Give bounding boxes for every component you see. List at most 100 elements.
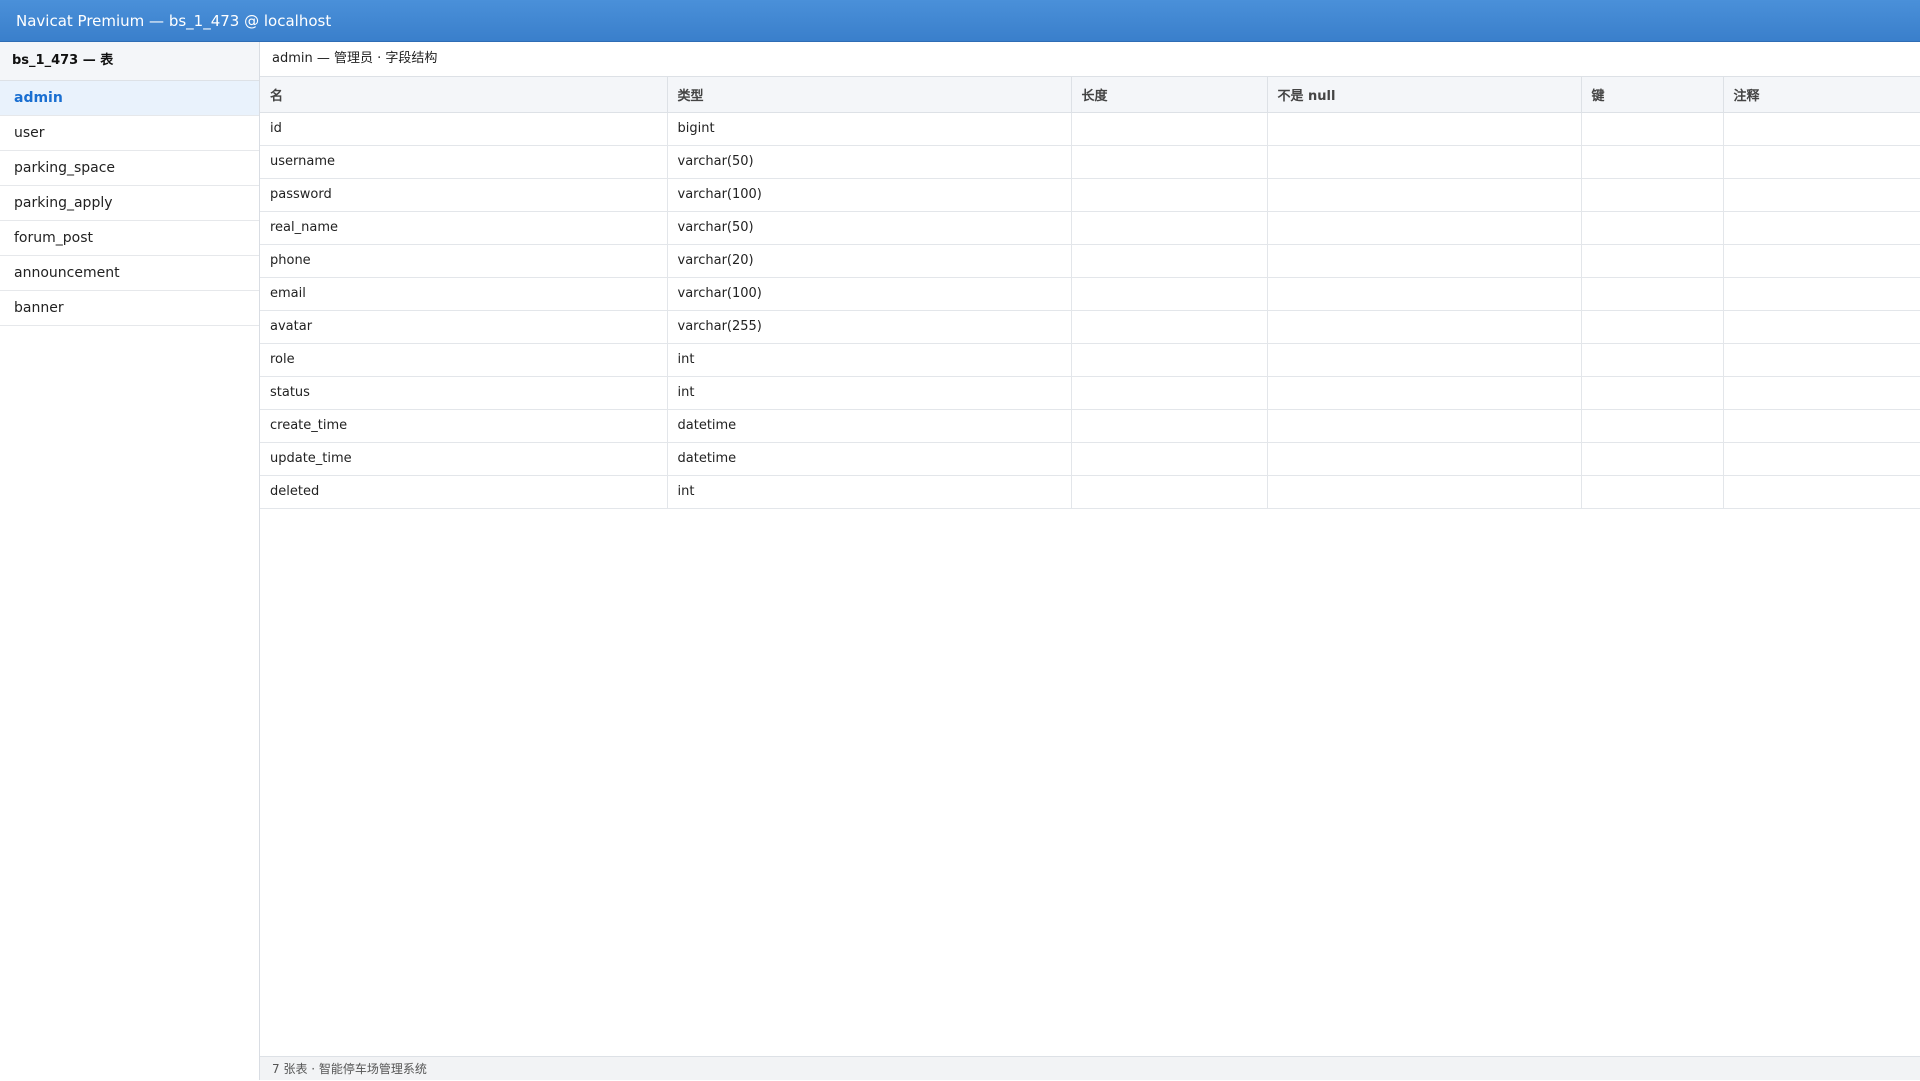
column-header[interactable]: 键 [1581,77,1724,113]
table-row[interactable]: real_name varchar(50) [260,211,1920,245]
table-cell[interactable]: varchar(50) [667,145,1072,179]
table-cell[interactable] [1581,211,1724,245]
sidebar-item-forum-post[interactable]: forum_post [0,221,259,256]
table-row[interactable]: status int [260,376,1920,410]
table-cell[interactable] [1723,343,1920,377]
table-cell[interactable] [1267,343,1582,377]
table-cell[interactable] [1723,475,1920,509]
table-header-row: 名类型 长度 不是 null 键注释 [260,77,1920,113]
column-header[interactable]: 名 [260,77,668,113]
table-cell[interactable] [1581,277,1724,311]
table-cell[interactable]: int [667,343,1072,377]
table-cell[interactable]: avatar [260,310,668,344]
table-row[interactable]: email varchar(100) [260,277,1920,311]
table-cell[interactable] [1071,475,1268,509]
table-cell[interactable] [1071,277,1268,311]
table-cell[interactable] [1071,244,1268,278]
table-cell[interactable] [1267,310,1582,344]
table-cell[interactable] [1581,475,1724,509]
table-cell[interactable]: varchar(50) [667,211,1072,245]
table-cell[interactable] [1267,211,1582,245]
table-cell[interactable] [1581,343,1724,377]
table-row[interactable]: username varchar(50) [260,145,1920,179]
table-cell[interactable] [1581,310,1724,344]
table-cell[interactable] [1723,310,1920,344]
column-header[interactable]: 类型 [667,77,1072,113]
table-cell[interactable] [1267,244,1582,278]
sidebar-item-parking-space[interactable]: parking_space [0,151,259,186]
table-cell[interactable]: real_name [260,211,668,245]
table-cell[interactable]: update_time [260,442,668,476]
table-cell[interactable]: varchar(100) [667,178,1072,212]
table-cell[interactable]: deleted [260,475,668,509]
table-row[interactable]: update_time datetime [260,442,1920,476]
table-cell[interactable] [1267,475,1582,509]
table-row[interactable]: password varchar(100) [260,178,1920,212]
table-cell[interactable] [1723,211,1920,245]
table-cell[interactable]: status [260,376,668,410]
table-cell[interactable]: role [260,343,668,377]
table-cell[interactable] [1581,442,1724,476]
table-row[interactable]: avatar varchar(255) [260,310,1920,344]
table-cell[interactable]: int [667,475,1072,509]
table-cell[interactable] [1267,442,1582,476]
table-cell[interactable] [1071,145,1268,179]
table-cell[interactable] [1071,310,1268,344]
table-row[interactable]: role int [260,343,1920,377]
table-cell[interactable] [1581,178,1724,212]
table-cell[interactable] [1581,376,1724,410]
table-cell[interactable] [1723,277,1920,311]
sidebar-item-admin[interactable]: admin [0,81,259,116]
table-cell[interactable] [1581,112,1724,146]
table-cell[interactable] [1267,376,1582,410]
sidebar-item-banner[interactable]: banner [0,291,259,326]
table-cell[interactable] [1723,244,1920,278]
table-cell[interactable]: datetime [667,409,1072,443]
table-cell[interactable] [1071,112,1268,146]
table-cell[interactable] [1071,178,1268,212]
table-cell[interactable]: phone [260,244,668,278]
table-cell[interactable] [1723,145,1920,179]
table-cell[interactable]: email [260,277,668,311]
table-cell[interactable]: bigint [667,112,1072,146]
table-cell[interactable] [1071,211,1268,245]
table-cell[interactable] [1581,409,1724,443]
table-cell[interactable] [1723,178,1920,212]
table-cell[interactable] [1267,145,1582,179]
table-cell[interactable]: varchar(255) [667,310,1072,344]
table-cell[interactable] [1071,409,1268,443]
table-cell[interactable]: username [260,145,668,179]
table-cell[interactable] [1267,409,1582,443]
table-cell[interactable]: int [667,376,1072,410]
table-cell[interactable] [1723,442,1920,476]
column-header[interactable]: 不是 null [1267,77,1582,113]
sidebar-item-announcement[interactable]: announcement [0,256,259,291]
table-cell[interactable]: varchar(100) [667,277,1072,311]
table-cell[interactable] [1071,442,1268,476]
status-text: 7 张表 · 智能停车场管理系统 [272,1062,427,1076]
table-row[interactable]: deleted int [260,475,1920,509]
table-cell[interactable] [1267,178,1582,212]
table-cell[interactable]: datetime [667,442,1072,476]
table-cell[interactable]: create_time [260,409,668,443]
table-cell[interactable] [1723,112,1920,146]
table-list-sidebar: bs_1_473 — 表 admin user parking_space parki… [0,42,260,1080]
table-cell[interactable]: password [260,178,668,212]
column-header[interactable]: 注释 [1723,77,1920,113]
sidebar-item-parking-apply[interactable]: parking_apply [0,186,259,221]
table-cell[interactable] [1581,145,1724,179]
table-cell[interactable] [1267,112,1582,146]
table-row[interactable]: phone varchar(20) [260,244,1920,278]
sidebar-item-user[interactable]: user [0,116,259,151]
column-header[interactable]: 长度 [1071,77,1268,113]
table-cell[interactable] [1723,376,1920,410]
table-cell[interactable] [1071,376,1268,410]
table-cell[interactable] [1267,277,1582,311]
table-row[interactable]: create_time datetime [260,409,1920,443]
table-cell[interactable]: varchar(20) [667,244,1072,278]
table-cell[interactable] [1723,409,1920,443]
table-row[interactable]: id bigint [260,112,1920,146]
table-cell[interactable]: id [260,112,668,146]
table-cell[interactable] [1071,343,1268,377]
table-cell[interactable] [1581,244,1724,278]
